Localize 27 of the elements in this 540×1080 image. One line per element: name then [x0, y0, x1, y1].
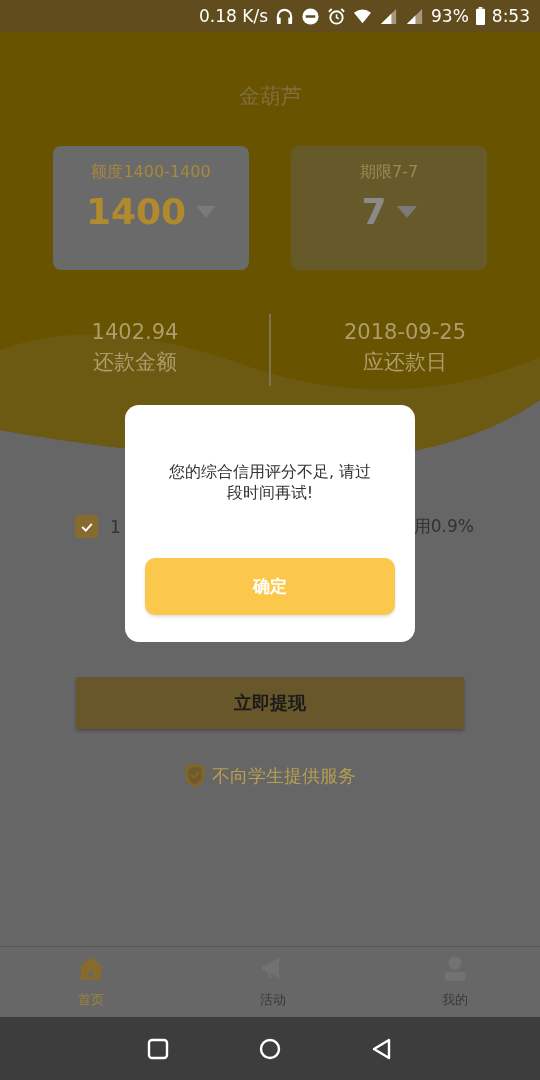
app-title: 金葫芦 [237, 83, 303, 110]
battery-percent: 93% [431, 6, 469, 26]
shield-icon [184, 762, 206, 789]
clock-time: 8:53 [491, 6, 530, 26]
caret-icon [396, 205, 417, 218]
dialog-message: 您的综合信用评分不足, 请过段时间再试! [167, 461, 373, 503]
checkbox[interactable] [75, 515, 98, 538]
back-icon[interactable] [371, 1037, 393, 1060]
home-button-icon[interactable] [259, 1037, 281, 1060]
withdraw-button[interactable]: 立即提现 [76, 677, 464, 729]
do-not-disturb-icon [301, 6, 320, 26]
headphones-icon [275, 6, 294, 26]
network-speed: 0.18 K/s [199, 6, 268, 26]
signal-icon [405, 6, 424, 26]
confirm-button[interactable]: 确定 [145, 558, 395, 615]
signal-icon [379, 6, 398, 26]
picker-card[interactable]: 额度1400-1400 1400 [53, 146, 249, 270]
wifi-icon [353, 6, 372, 26]
alarm-icon [327, 6, 346, 26]
summary-label: 还款金额 [93, 349, 177, 376]
home-icon [77, 955, 105, 983]
notice-text: 不向学生提供服务 [212, 763, 356, 788]
summary-value: 1402.94 [91, 320, 179, 344]
summary-value: 2018-09-25 [343, 320, 466, 344]
battery-icon [475, 7, 485, 25]
summary-label: 应还款日 [363, 349, 447, 376]
recents-icon[interactable] [147, 1037, 169, 1060]
